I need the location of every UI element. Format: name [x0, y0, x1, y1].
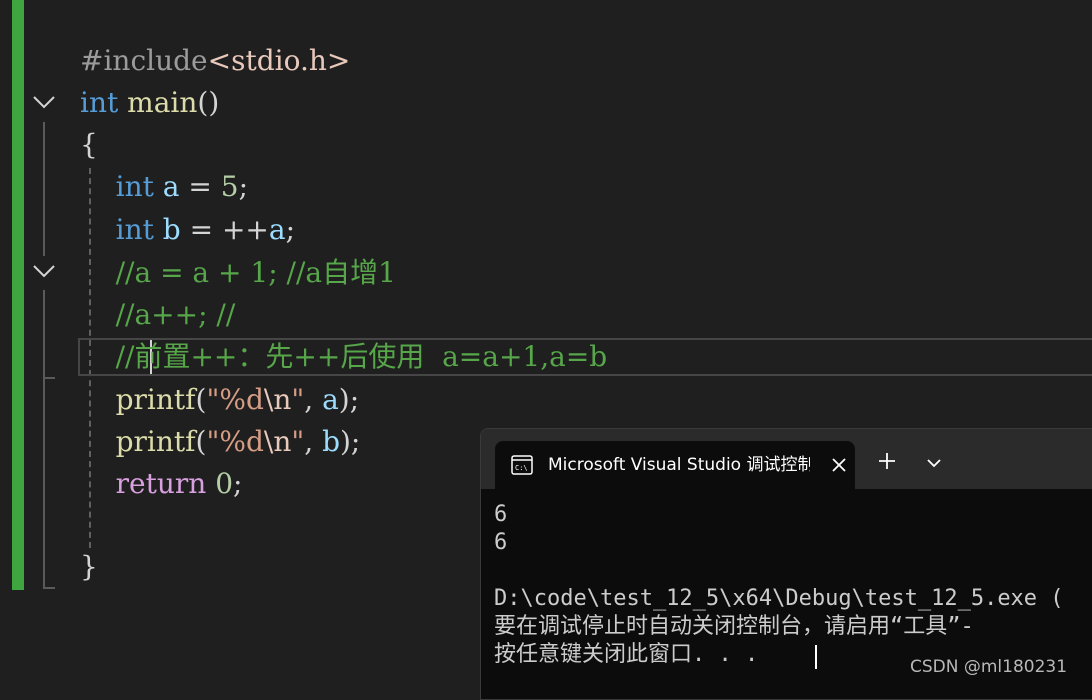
- code-token: //前置++：先++后使用 a=a+1,a=b: [80, 340, 608, 373]
- fold-guide: [43, 122, 45, 256]
- code-token: ": [291, 425, 305, 458]
- code-line[interactable]: printf("%d\n", b);: [80, 421, 361, 463]
- code-token: main: [127, 86, 198, 119]
- console-output-line: 6: [494, 530, 508, 555]
- code-token: a: [268, 213, 286, 246]
- code-token: );: [338, 383, 360, 416]
- code-token: );: [340, 425, 361, 458]
- code-token: "%d: [206, 425, 264, 458]
- code-token: (): [197, 86, 220, 119]
- code-line[interactable]: {: [80, 124, 98, 166]
- code-token: (: [195, 383, 207, 416]
- code-line[interactable]: //a = a + 1; //a自增1: [80, 252, 396, 294]
- chevron-down-icon[interactable]: [925, 455, 943, 469]
- watermark: CSDN @ml180231: [910, 657, 1068, 677]
- fold-chevron-icon[interactable]: [32, 259, 56, 283]
- code-line[interactable]: //a++; //: [80, 294, 236, 336]
- code-token: ;: [238, 170, 248, 203]
- code-token: (: [195, 425, 207, 458]
- code-token: \n: [263, 425, 292, 458]
- code-token: = ++: [180, 213, 269, 246]
- fold-guide: [43, 290, 45, 588]
- terminal-icon: C:\: [511, 455, 533, 475]
- code-token: int: [80, 86, 119, 119]
- code-token: ;: [285, 213, 296, 246]
- fold-guide-end: [43, 377, 55, 379]
- code-token: return: [115, 467, 207, 500]
- code-token: a: [322, 383, 339, 416]
- code-token: int: [115, 213, 154, 246]
- code-line[interactable]: int a = 5;: [80, 166, 248, 208]
- code-line[interactable]: int b = ++a;: [80, 209, 295, 251]
- console-tab[interactable]: C:\ Microsoft Visual Studio 调试控制台: [495, 441, 855, 489]
- console-output-line: 6: [494, 502, 508, 527]
- close-icon[interactable]: [829, 455, 849, 475]
- code-token: ,: [304, 383, 323, 416]
- code-token: //a = a + 1; //a自增1: [80, 256, 396, 289]
- code-line[interactable]: #include<stdio.h>: [80, 40, 350, 82]
- code-token: printf: [115, 425, 196, 458]
- code-token: <stdio.h>: [207, 44, 351, 77]
- code-line[interactable]: printf("%d\n", a);: [80, 379, 360, 421]
- console-output-line: 要在调试停止时自动关闭控制台，请启用“工具”-: [494, 614, 974, 639]
- console-tab-title: Microsoft Visual Studio 调试控制台: [548, 455, 810, 475]
- code-token: 5: [220, 170, 239, 203]
- code-token: int: [115, 170, 154, 203]
- svg-text:C:\: C:\: [515, 464, 528, 472]
- code-token: //a++; //: [80, 298, 236, 331]
- code-token: ": [291, 383, 305, 416]
- console-cursor: [815, 645, 817, 669]
- plus-icon[interactable]: [877, 451, 897, 471]
- code-token: printf: [115, 383, 196, 416]
- fold-guide-end: [43, 587, 55, 589]
- code-token: b: [162, 213, 181, 246]
- code-token: a: [162, 170, 180, 203]
- code-line[interactable]: return 0;: [80, 463, 243, 505]
- code-line[interactable]: //前置++：先++后使用 a=a+1,a=b: [80, 336, 608, 378]
- console-output-line: 按任意键关闭此窗口. . .: [494, 642, 759, 667]
- code-token: }: [80, 550, 98, 583]
- code-token: b: [322, 425, 340, 458]
- code-token: \n: [263, 383, 292, 416]
- code-token: {: [80, 128, 98, 161]
- code-line[interactable]: }: [80, 546, 98, 588]
- console-tab-strip: C:\ Microsoft Visual Studio 调试控制台: [481, 429, 1092, 489]
- code-token: =: [179, 170, 221, 203]
- change-indicator-bar: [12, 0, 24, 590]
- code-line[interactable]: int main(): [80, 82, 219, 124]
- code-token: ,: [304, 425, 323, 458]
- code-token: "%d: [206, 383, 264, 416]
- code-token: 0: [215, 467, 234, 500]
- code-token: #include: [80, 44, 208, 77]
- fold-chevron-icon[interactable]: [32, 90, 56, 114]
- code-token: ;: [233, 467, 243, 500]
- console-output-line: D:\code\test_12_5\x64\Debug\test_12_5.ex…: [494, 586, 1064, 611]
